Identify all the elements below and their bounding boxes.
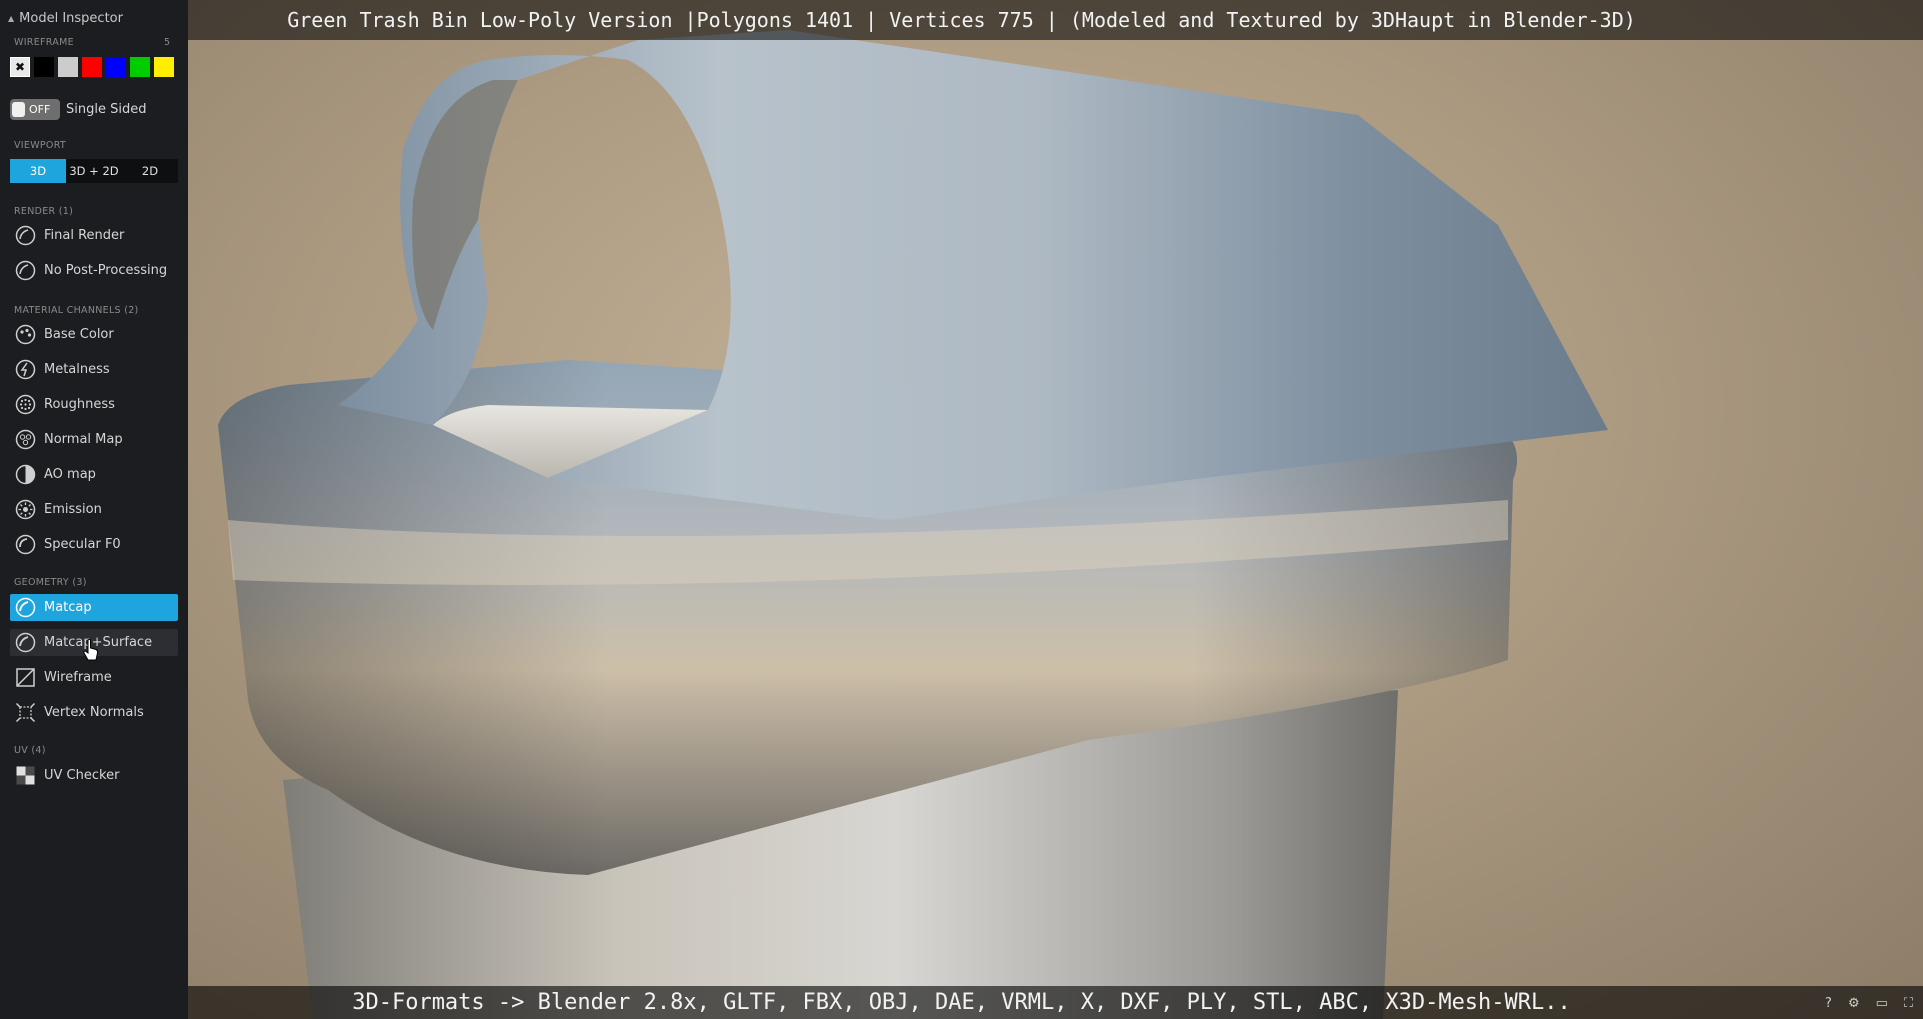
formats-text: 3D-Formats -> Blender 2.8x, GLTF, FBX, O… xyxy=(352,990,1571,1015)
swatch-yellow[interactable] xyxy=(154,57,174,77)
wireframe-count: 5 xyxy=(163,37,170,48)
inspector-title: Model Inspector xyxy=(19,11,123,26)
swatch-blue[interactable] xyxy=(106,57,126,77)
toggle-state: OFF xyxy=(29,103,51,116)
section-geometry: GEOMETRY (3) xyxy=(14,577,87,588)
item-label: No Post-Processing xyxy=(44,263,168,278)
section-uv: UV (4) xyxy=(14,745,46,756)
item-label: Matcap xyxy=(44,600,92,615)
section-viewport: VIEWPORT xyxy=(14,140,67,151)
matcap-item[interactable]: Matcap xyxy=(10,594,178,621)
single-sided-toggle[interactable]: OFF xyxy=(10,99,60,120)
single-sided-row: OFF Single Sided xyxy=(10,99,146,120)
item-label: Emission xyxy=(44,502,102,517)
matcap-icon xyxy=(15,597,36,618)
sphere-icon xyxy=(15,260,36,281)
item-label: Specular F0 xyxy=(44,537,121,552)
model-inspector-panel: ▲ Model Inspector WIREFRAME 5 ✖ OFF Sing… xyxy=(0,0,188,1019)
collapse-caret-icon: ▲ xyxy=(8,14,15,23)
swatch-gray[interactable] xyxy=(58,57,78,77)
swatch-red[interactable] xyxy=(82,57,102,77)
metal-icon xyxy=(15,359,36,380)
3d-viewport[interactable] xyxy=(188,0,1923,1019)
swatch-black[interactable] xyxy=(34,57,54,77)
wireframe-item[interactable]: Wireframe xyxy=(10,664,178,691)
help-icon[interactable]: ? xyxy=(1825,996,1832,1011)
single-sided-label: Single Sided xyxy=(66,102,147,117)
fullscreen-icon[interactable]: ⛶ xyxy=(1904,996,1913,1011)
vertex-normals-icon xyxy=(15,702,36,723)
item-label: Base Color xyxy=(44,327,114,342)
swatch-green[interactable] xyxy=(130,57,150,77)
viewport-3d-button[interactable]: 3D xyxy=(10,159,66,183)
roughness-icon xyxy=(15,394,36,415)
emission-icon xyxy=(15,499,36,520)
corner-toolbar: ? ⚙ ▭ ⛶ xyxy=(1825,996,1913,1011)
normal-map-item[interactable]: Normal Map xyxy=(10,426,178,453)
item-label: UV Checker xyxy=(44,768,120,783)
vertex-normals-item[interactable]: Vertex Normals xyxy=(10,699,178,726)
final-render-item[interactable]: Final Render xyxy=(10,222,178,249)
item-label: Normal Map xyxy=(44,432,123,447)
uv-checker-item[interactable]: UV Checker xyxy=(10,762,178,789)
section-render: RENDER (1) xyxy=(14,206,74,217)
base-color-item[interactable]: Base Color xyxy=(10,321,178,348)
viewport-3d-2d-button[interactable]: 3D + 2D xyxy=(66,159,122,183)
trash-bin-model xyxy=(218,30,1608,1019)
emission-item[interactable]: Emission xyxy=(10,496,178,523)
vr-icon[interactable]: ▭ xyxy=(1876,996,1888,1011)
no-post-processing-item[interactable]: No Post-Processing xyxy=(10,257,178,284)
item-label: Vertex Normals xyxy=(44,705,144,720)
toggle-knob xyxy=(12,102,25,117)
wireframe-icon xyxy=(16,668,35,687)
checker-icon xyxy=(16,766,35,785)
viewport-mode-selector: 3D 3D + 2D 2D xyxy=(10,159,178,183)
roughness-item[interactable]: Roughness xyxy=(10,391,178,418)
close-icon: ✖ xyxy=(14,60,26,74)
specular-icon xyxy=(15,534,36,555)
inspector-header[interactable]: ▲ Model Inspector xyxy=(8,11,123,26)
metalness-item[interactable]: Metalness xyxy=(10,356,178,383)
hand-cursor-icon xyxy=(83,639,99,661)
swatch-none[interactable]: ✖ xyxy=(10,57,30,77)
item-label: Final Render xyxy=(44,228,125,243)
normal-map-icon xyxy=(15,429,36,450)
section-wireframe: WIREFRAME xyxy=(14,37,74,48)
item-label: AO map xyxy=(44,467,96,482)
sphere-icon xyxy=(15,225,36,246)
ao-icon xyxy=(15,464,36,485)
settings-icon[interactable]: ⚙ xyxy=(1848,996,1860,1011)
title-bar: Green Trash Bin Low-Poly Version |Polygo… xyxy=(0,0,1923,40)
item-label: Wireframe xyxy=(44,670,112,685)
palette-icon xyxy=(15,324,36,345)
item-label: Roughness xyxy=(44,397,115,412)
specular-f0-item[interactable]: Specular F0 xyxy=(10,531,178,558)
footer-bar: 3D-Formats -> Blender 2.8x, GLTF, FBX, O… xyxy=(0,986,1923,1019)
wireframe-color-swatches: ✖ xyxy=(10,57,174,77)
model-title: Green Trash Bin Low-Poly Version |Polygo… xyxy=(287,8,1636,32)
section-material-channels: MATERIAL CHANNELS (2) xyxy=(14,305,139,316)
item-label: Metalness xyxy=(44,362,110,377)
ao-map-item[interactable]: AO map xyxy=(10,461,178,488)
matcap-surface-icon xyxy=(15,632,36,653)
viewport-2d-button[interactable]: 2D xyxy=(122,159,178,183)
